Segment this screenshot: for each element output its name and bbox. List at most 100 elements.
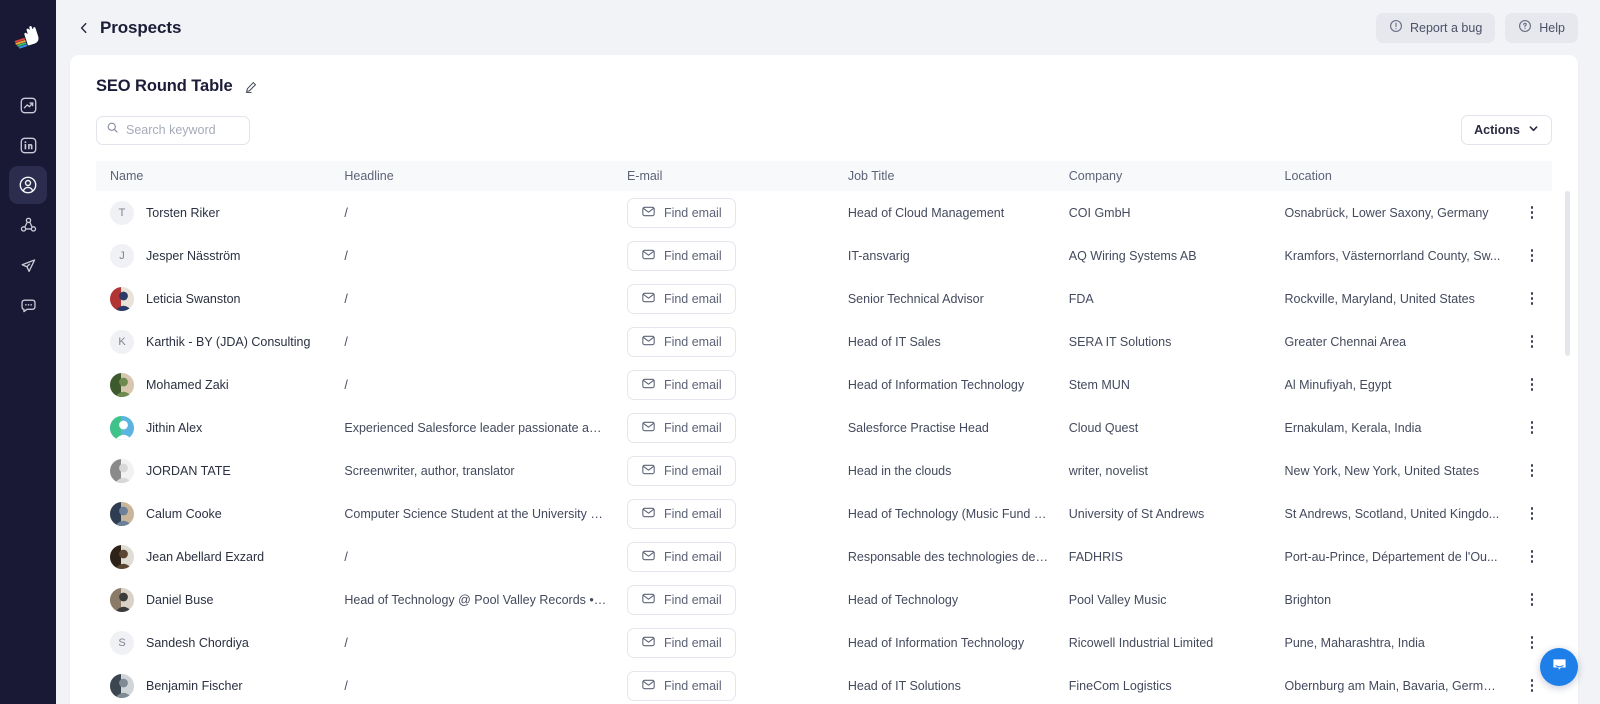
find-email-button[interactable]: Find email	[626, 369, 736, 400]
column-header-name[interactable]: Name	[96, 161, 335, 191]
dot	[1530, 560, 1534, 563]
app-root: Prospects Report a bug Help SEO Round Ta…	[0, 0, 1600, 704]
back-button[interactable]	[74, 18, 94, 38]
cell-job-title: Head in the clouds	[847, 463, 952, 478]
cell-headline: /	[344, 377, 348, 392]
column-header-location[interactable]: Location	[1274, 161, 1511, 191]
hand-logo[interactable]	[8, 14, 48, 54]
row-menu-button[interactable]	[1522, 203, 1542, 223]
row-menu-button[interactable]	[1522, 461, 1542, 481]
find-email-button[interactable]: Find email	[626, 283, 736, 314]
column-header-job-title[interactable]: Job Title	[837, 161, 1059, 191]
column-header-company[interactable]: Company	[1058, 161, 1275, 191]
linkedin-icon	[19, 136, 38, 155]
vertical-scrollbar[interactable]	[1565, 191, 1570, 704]
table-row[interactable]: Mohamed Zaki / Find email Head of Informati…	[96, 363, 1552, 406]
report-a-bug-button[interactable]: Report a bug	[1376, 12, 1496, 43]
cell-row-menu	[1511, 535, 1552, 578]
find-email-button[interactable]: Find email	[626, 197, 736, 228]
prospects-card: SEO Round Table Search keyword Actions N…	[70, 55, 1578, 704]
find-email-button[interactable]: Find email	[626, 670, 736, 701]
dot	[1530, 259, 1534, 262]
name-cell: K Karthik - BY (JDA) Consulting	[110, 329, 324, 354]
cell-job-title: Head of Information Technology	[847, 377, 1025, 392]
avatar	[110, 501, 134, 526]
cell-company: FineCom Logistics	[1068, 678, 1172, 693]
table-row[interactable]: Daniel Buse Head of Technology @ Pool Val…	[96, 578, 1552, 621]
find-email-label: Find email	[663, 377, 722, 392]
row-menu-button[interactable]	[1522, 418, 1542, 438]
cell-row-menu	[1511, 277, 1552, 320]
table-row[interactable]: S Sandesh Chordiya / Find email Head of Info…	[96, 621, 1552, 664]
cell-location: Brighton	[1284, 592, 1332, 607]
table-header-row: Name Headline E-mail Job Title Company L…	[96, 161, 1552, 191]
sidebar-item-network[interactable]	[9, 206, 47, 244]
row-menu-button[interactable]	[1522, 547, 1542, 567]
table-row[interactable]: T Torsten Riker / Find email Head of Cloud M…	[96, 191, 1552, 234]
cell-company: COI GmbH	[1068, 205, 1131, 220]
table-row[interactable]: Jean Abellard Exzard / Find email Responsab…	[96, 535, 1552, 578]
sidebar-item-linkedin[interactable]	[9, 126, 47, 164]
sidebar-item-messages[interactable]	[9, 286, 47, 324]
avatar	[110, 415, 134, 440]
help-button[interactable]: Help	[1505, 12, 1578, 43]
row-menu-button[interactable]	[1522, 676, 1542, 696]
dot	[1530, 340, 1534, 343]
row-menu-button[interactable]	[1522, 590, 1542, 610]
name-cell: Mohamed Zaki	[110, 372, 324, 397]
find-email-button[interactable]: Find email	[626, 326, 736, 357]
cell-location: Port-au-Prince, Département de l'Ou...	[1284, 549, 1498, 564]
search-box[interactable]	[96, 115, 250, 145]
sidebar-item-campaigns[interactable]	[9, 246, 47, 284]
cell-row-menu	[1511, 406, 1552, 449]
find-email-button[interactable]: Find email	[626, 584, 736, 615]
avatar	[110, 673, 134, 698]
row-menu-button[interactable]	[1522, 375, 1542, 395]
row-menu-button[interactable]	[1522, 633, 1542, 653]
table-row[interactable]: Leticia Swanston / Find email Senior Techni…	[96, 277, 1552, 320]
column-header-email[interactable]: E-mail	[616, 161, 838, 191]
table-row[interactable]: J Jesper Näsström / Find email IT-ansvarig AQ…	[96, 234, 1552, 277]
sidebar-item-prospects[interactable]	[9, 166, 47, 204]
find-email-button[interactable]: Find email	[626, 240, 736, 271]
row-menu-button[interactable]	[1522, 504, 1542, 524]
row-menu-button[interactable]	[1522, 289, 1542, 309]
search-input[interactable]	[126, 123, 240, 137]
dot	[1530, 474, 1534, 477]
cell-job-title: Head of IT Sales	[847, 334, 941, 349]
row-menu-button[interactable]	[1522, 332, 1542, 352]
dot	[1530, 345, 1534, 348]
table-row[interactable]: K Karthik - BY (JDA) Consulting / Find emai…	[96, 320, 1552, 363]
find-email-button[interactable]: Find email	[626, 627, 736, 658]
avatar	[110, 286, 134, 311]
actions-button[interactable]: Actions	[1461, 115, 1552, 145]
cell-email: Find email	[617, 578, 838, 621]
dot	[1530, 216, 1534, 219]
table-row[interactable]: Jithin Alex Experienced Salesforce leader…	[96, 406, 1552, 449]
intercom-launcher[interactable]	[1540, 648, 1578, 686]
dot	[1530, 249, 1534, 252]
dot	[1530, 426, 1534, 429]
find-email-button[interactable]: Find email	[626, 412, 736, 443]
find-email-button[interactable]: Find email	[626, 541, 736, 572]
table-row[interactable]: Calum Cooke Computer Science Student at t…	[96, 492, 1552, 535]
table-row[interactable]: JORDAN TATE Screenwriter, author, transla…	[96, 449, 1552, 492]
column-header-headline[interactable]: Headline	[334, 161, 617, 191]
envelope-icon	[641, 247, 656, 265]
sidebar-item-analytics[interactable]	[9, 86, 47, 124]
prospect-name: Sandesh Chordiya	[146, 635, 249, 650]
row-menu-button[interactable]	[1522, 246, 1542, 266]
scrollbar-thumb[interactable]	[1565, 191, 1570, 356]
envelope-icon	[641, 333, 656, 351]
cell-company: FDA	[1068, 291, 1094, 306]
cell-headline: /	[344, 549, 348, 564]
cell-row-menu	[1511, 234, 1552, 277]
edit-pencil-icon[interactable]	[244, 80, 258, 94]
cell-name: S Sandesh Chordiya	[96, 621, 334, 664]
dot	[1530, 421, 1534, 424]
find-email-button[interactable]: Find email	[626, 498, 736, 529]
find-email-button[interactable]: Find email	[626, 455, 736, 486]
table-row[interactable]: Benjamin Fischer / Find email Head of IT So…	[96, 664, 1552, 704]
dot	[1530, 507, 1534, 510]
cell-job-title: IT-ansvarig	[847, 248, 910, 263]
